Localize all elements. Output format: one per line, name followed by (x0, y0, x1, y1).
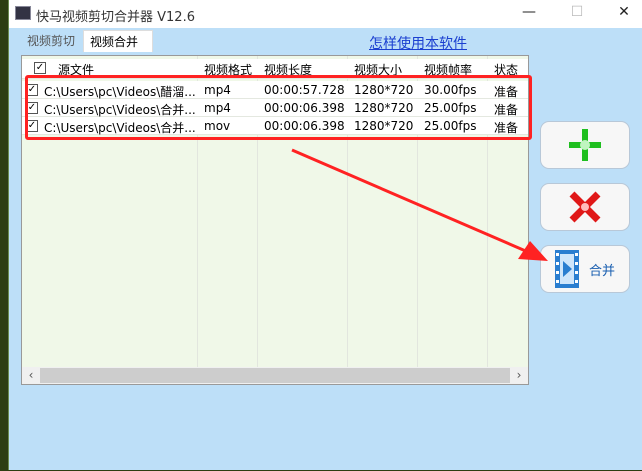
annotation-arrow (291, 148, 548, 261)
